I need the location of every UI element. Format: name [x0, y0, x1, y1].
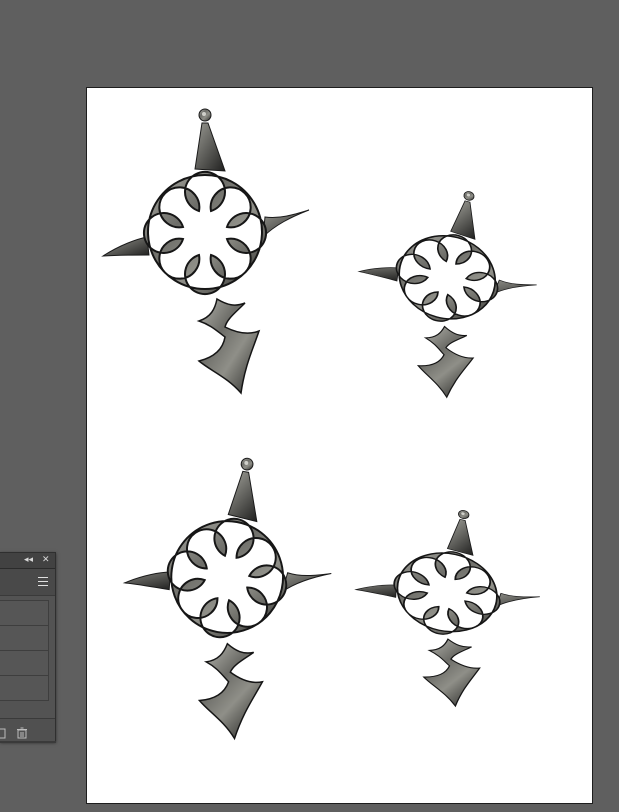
- close-icon[interactable]: ✕: [42, 554, 50, 566]
- panel-bottom-edge: [0, 741, 56, 743]
- workspace-canvas[interactable]: ◂◂ ✕: [0, 0, 619, 812]
- artwork-layer: [100, 108, 557, 752]
- trash-icon[interactable]: [16, 724, 27, 739]
- layer-row[interactable]: [0, 626, 48, 651]
- panel-footer: [0, 718, 55, 741]
- ornament-bottom-left[interactable]: [100, 439, 350, 752]
- ornament-bottom-right[interactable]: [335, 490, 555, 720]
- artboard[interactable]: [86, 87, 593, 804]
- layer-row[interactable]: [0, 676, 48, 700]
- layer-row[interactable]: [0, 601, 48, 626]
- layer-row[interactable]: [0, 651, 48, 676]
- panel-titlebar[interactable]: ◂◂ ✕: [0, 553, 55, 569]
- double-chevron-left-icon[interactable]: ◂◂: [24, 554, 33, 566]
- new-layer-icon[interactable]: [0, 724, 7, 739]
- hamburger-menu-icon[interactable]: [38, 577, 48, 586]
- ornament-top-right[interactable]: [332, 168, 557, 413]
- panel-header: [0, 569, 55, 596]
- layers-panel[interactable]: ◂◂ ✕: [0, 552, 56, 742]
- layer-list: [0, 600, 49, 701]
- ornament-top-left[interactable]: [102, 108, 310, 394]
